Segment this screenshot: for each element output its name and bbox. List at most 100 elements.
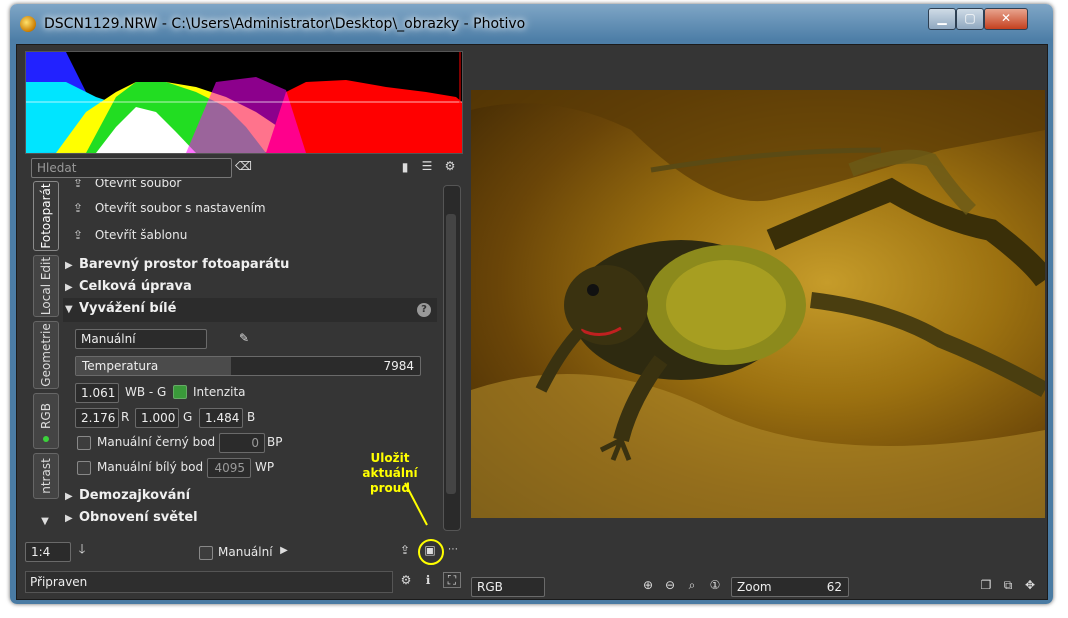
r-label: R (121, 410, 130, 424)
help-icon[interactable]: ? (417, 303, 431, 317)
section-demosaicing[interactable]: ▶ Demozajkování (65, 488, 190, 503)
wb-g-label: WB - G (125, 385, 167, 399)
main-client-area: Hledat ⌫ ▮ ☰ ⚙ Fotoaparát Local Edit Geo… (16, 44, 1048, 600)
callout-line1: Uložit (370, 451, 410, 465)
zoom-100-icon[interactable]: ① (708, 578, 722, 592)
wb-mode-value: Manuální (81, 332, 136, 346)
zoom-field[interactable]: Zoom 62 (731, 577, 849, 597)
expand-arrow-icon: ▶ (65, 491, 73, 502)
status-bar: Připraven (25, 571, 393, 593)
black-point-label: Manuální černý bod (97, 435, 216, 449)
clear-search-icon[interactable]: ⌫ (235, 159, 252, 173)
info-icon[interactable]: ℹ (421, 573, 435, 587)
b-input[interactable]: 1.484 (199, 408, 243, 428)
tab-local-edit[interactable]: Local Edit (33, 255, 59, 317)
tab-fotoaparat[interactable]: Fotoaparát (33, 181, 59, 251)
open-file-label: Otevřít soubor (94, 179, 182, 190)
menu-icon[interactable]: ☰ (420, 159, 434, 173)
tab-rgb[interactable]: RGB (33, 393, 59, 449)
search-input[interactable]: Hledat (31, 158, 232, 178)
tab-active-indicator (43, 436, 49, 442)
expand-arrow-icon: ▶ (65, 260, 73, 271)
iguana-photo (471, 90, 1045, 518)
temperature-value: 7984 (383, 359, 414, 373)
settings-gear-icon[interactable]: ⚙ (443, 159, 457, 173)
section-title: Demozajkování (79, 488, 191, 503)
wb-g-input[interactable]: 1.061 (75, 383, 119, 403)
expand-arrow-icon: ▶ (65, 513, 73, 524)
color-space-dropdown[interactable]: RGB (471, 577, 545, 597)
section-highlight-recovery[interactable]: ▶ Obnovení světel (65, 510, 198, 525)
intensity-checkbox[interactable] (173, 385, 187, 399)
save-current-pipe-icon[interactable]: ▣ (421, 543, 439, 557)
black-point-checkbox[interactable] (77, 436, 91, 450)
maximize-button[interactable]: ▢ (956, 8, 984, 30)
tab-label: ntrast (39, 458, 53, 494)
section-white-balance[interactable]: ▼ Vyvážení bílé (65, 301, 176, 316)
zoom-in-icon[interactable]: ⊕ (641, 578, 655, 592)
histogram-graph (26, 52, 462, 153)
tab-label: RGB (39, 402, 53, 429)
upload-icon: ⇪ (73, 201, 84, 215)
expand-arrow-icon: ▶ (65, 282, 73, 293)
black-point-input[interactable]: 0 (219, 433, 265, 453)
tab-label: Geometrie (39, 323, 53, 387)
manual-checkbox[interactable] (199, 546, 213, 560)
zoom-value: 62 (826, 580, 842, 594)
close-button[interactable]: ✕ (984, 8, 1028, 30)
open-with-settings-label: Otevřít soubor s nastavením (94, 201, 266, 215)
collapse-arrow-icon: ▼ (65, 304, 73, 315)
more-actions-icon[interactable]: ⋯ (446, 543, 460, 557)
bookmark-icon[interactable]: ▮ (400, 160, 410, 174)
tile-icon[interactable]: ⧉ (1001, 578, 1015, 592)
window-title: DSCN1129.NRW - C:\Users\Administrator\De… (44, 16, 526, 32)
white-point-checkbox[interactable] (77, 461, 91, 475)
zoom-label: Zoom (737, 580, 772, 594)
open-file-with-settings-row[interactable]: ⇪ Otevřít soubor s nastavením (73, 201, 266, 215)
section-overall-adjust[interactable]: ▶ Celková úprava (65, 279, 192, 294)
copy-icon[interactable]: ❐ (979, 578, 993, 592)
scale-dropdown[interactable]: 1:4 (25, 542, 71, 562)
upload-icon: ⇪ (73, 228, 84, 242)
b-label: B (247, 410, 256, 424)
title-bar[interactable]: DSCN1129.NRW - C:\Users\Administrator\De… (10, 4, 1053, 42)
full-screen-icon[interactable]: ⛶ (443, 572, 461, 588)
tabs-scroll-down-icon[interactable]: ▼ (36, 515, 54, 529)
open-template-label: Otevřít šablonu (94, 228, 188, 242)
tab-contrast[interactable]: ntrast (33, 453, 59, 499)
white-point-label: Manuální bílý bod (97, 460, 204, 474)
tab-label: Fotoaparát (39, 183, 53, 249)
section-title: Vyvážení bílé (79, 301, 177, 316)
zoom-fit-icon[interactable]: ⌕ (685, 578, 699, 592)
move-icon[interactable]: ✥ (1023, 578, 1037, 592)
r-input[interactable]: 2.176 (75, 408, 119, 428)
g-input[interactable]: 1.000 (135, 408, 179, 428)
black-point-unit: BP (267, 435, 283, 449)
panel-scrollbar[interactable] (443, 185, 461, 531)
export-icon[interactable]: ⇪ (397, 543, 413, 557)
temperature-slider[interactable]: Temperatura 7984 (75, 356, 421, 376)
open-file-row[interactable]: ⇪ Otevřít soubor (73, 179, 181, 190)
temperature-label: Temperatura (82, 359, 159, 373)
settings-gear-icon[interactable]: ⚙ (399, 573, 413, 587)
scrollbar-thumb[interactable] (446, 214, 456, 494)
image-preview[interactable] (471, 90, 1045, 518)
white-point-input[interactable]: 4095 (207, 458, 251, 478)
histogram[interactable] (25, 51, 463, 154)
section-title: Obnovení světel (79, 510, 198, 525)
play-icon[interactable]: ▶ (279, 544, 289, 558)
minimize-button[interactable]: ▁ (928, 8, 956, 30)
g-label: G (183, 410, 193, 424)
photivo-logo-icon (20, 16, 36, 32)
down-arrow-icon[interactable]: 🡓 (75, 543, 89, 557)
section-title: Barevný prostor fotoaparátu (79, 257, 290, 272)
tab-geometrie[interactable]: Geometrie (33, 321, 59, 389)
callout-pointer (404, 482, 428, 526)
section-title: Celková úprava (79, 279, 192, 294)
open-file-icon: ⇪ (73, 179, 84, 190)
zoom-out-icon[interactable]: ⊖ (663, 578, 677, 592)
eyedropper-icon[interactable]: ✎ (237, 331, 251, 345)
section-camera-color-space[interactable]: ▶ Barevný prostor fotoaparátu (65, 257, 289, 272)
open-template-row[interactable]: ⇪ Otevřít šablonu (73, 228, 187, 242)
wb-mode-dropdown[interactable]: Manuální (75, 329, 207, 349)
